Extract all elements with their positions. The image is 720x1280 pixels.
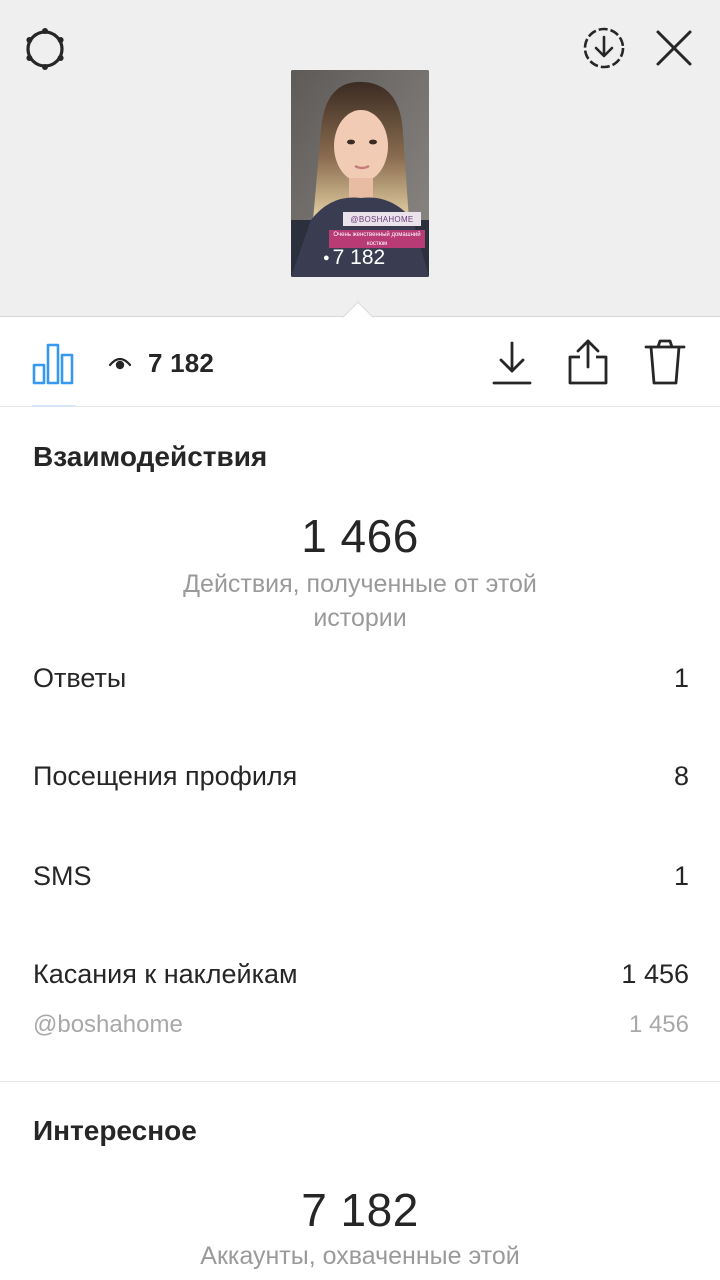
sticker-mention-label: @boshahome <box>33 1011 183 1038</box>
views-count: 7 182 <box>148 347 215 378</box>
stat-value: 1 456 <box>621 959 689 989</box>
active-tab-indicator <box>32 405 76 407</box>
story-thumbnail[interactable]: @BOSHAHOME Очень женственный домашний ко… <box>291 70 429 277</box>
stat-value: 1 <box>673 663 689 693</box>
stat-label: Касания к наклейкам <box>33 959 298 989</box>
share-button[interactable] <box>564 335 612 389</box>
interactions-caption: Действия, полученные от этой истории <box>183 570 537 632</box>
stat-value: 1 <box>673 861 689 891</box>
bar-chart-icon <box>32 343 74 385</box>
close-button[interactable] <box>648 22 700 74</box>
interactions-title: Взаимодействия <box>33 441 268 472</box>
share-icon <box>568 339 608 385</box>
download-circle-icon <box>583 27 625 69</box>
download-icon <box>492 341 532 385</box>
download-button[interactable] <box>488 337 536 389</box>
section-divider <box>0 1081 720 1082</box>
viewers-button[interactable]: 7 182 <box>108 343 214 383</box>
story-preview-header: @BOSHAHOME Очень женственный домашний ко… <box>0 0 720 318</box>
delete-button[interactable] <box>640 335 690 389</box>
settings-button[interactable] <box>18 22 72 76</box>
close-icon <box>656 30 692 66</box>
story-views-count: 7 182 <box>332 246 386 269</box>
discovery-total: 7 182 <box>301 1184 419 1236</box>
stat-row-replies: Ответы 1 <box>33 663 689 694</box>
discovery-title: Интересное <box>33 1115 197 1146</box>
stat-row-sticker-taps: Касания к наклейкам 1 456 <box>33 959 689 990</box>
story-views-overlay: ● 7 182 <box>323 246 385 270</box>
trash-icon <box>644 339 686 385</box>
story-sticker-tag: @BOSHAHOME <box>343 212 421 226</box>
save-story-button[interactable] <box>578 22 630 74</box>
interactions-total: 1 466 <box>301 510 419 562</box>
stat-row-profile-visits: Посещения профиля 8 <box>33 761 689 792</box>
discovery-caption: Аккаунты, охваченные этой <box>200 1242 520 1270</box>
settings-icon <box>26 28 64 70</box>
stat-label: Посещения профиля <box>33 761 298 791</box>
stat-row-sticker-mention[interactable]: @boshahome 1 456 <box>33 1011 689 1039</box>
stat-label: Ответы <box>33 663 127 693</box>
stat-label: SMS <box>33 861 92 891</box>
stat-value: 8 <box>673 761 689 791</box>
insights-tab[interactable] <box>28 337 80 389</box>
eye-icon: ● <box>323 252 330 264</box>
eye-icon <box>108 357 132 370</box>
sticker-mention-value: 1 456 <box>628 1011 689 1038</box>
stat-row-sms: SMS 1 <box>33 861 689 892</box>
insights-panel: 7 182 Взаимодействия 1 466 Действия, пол… <box>0 316 720 1280</box>
